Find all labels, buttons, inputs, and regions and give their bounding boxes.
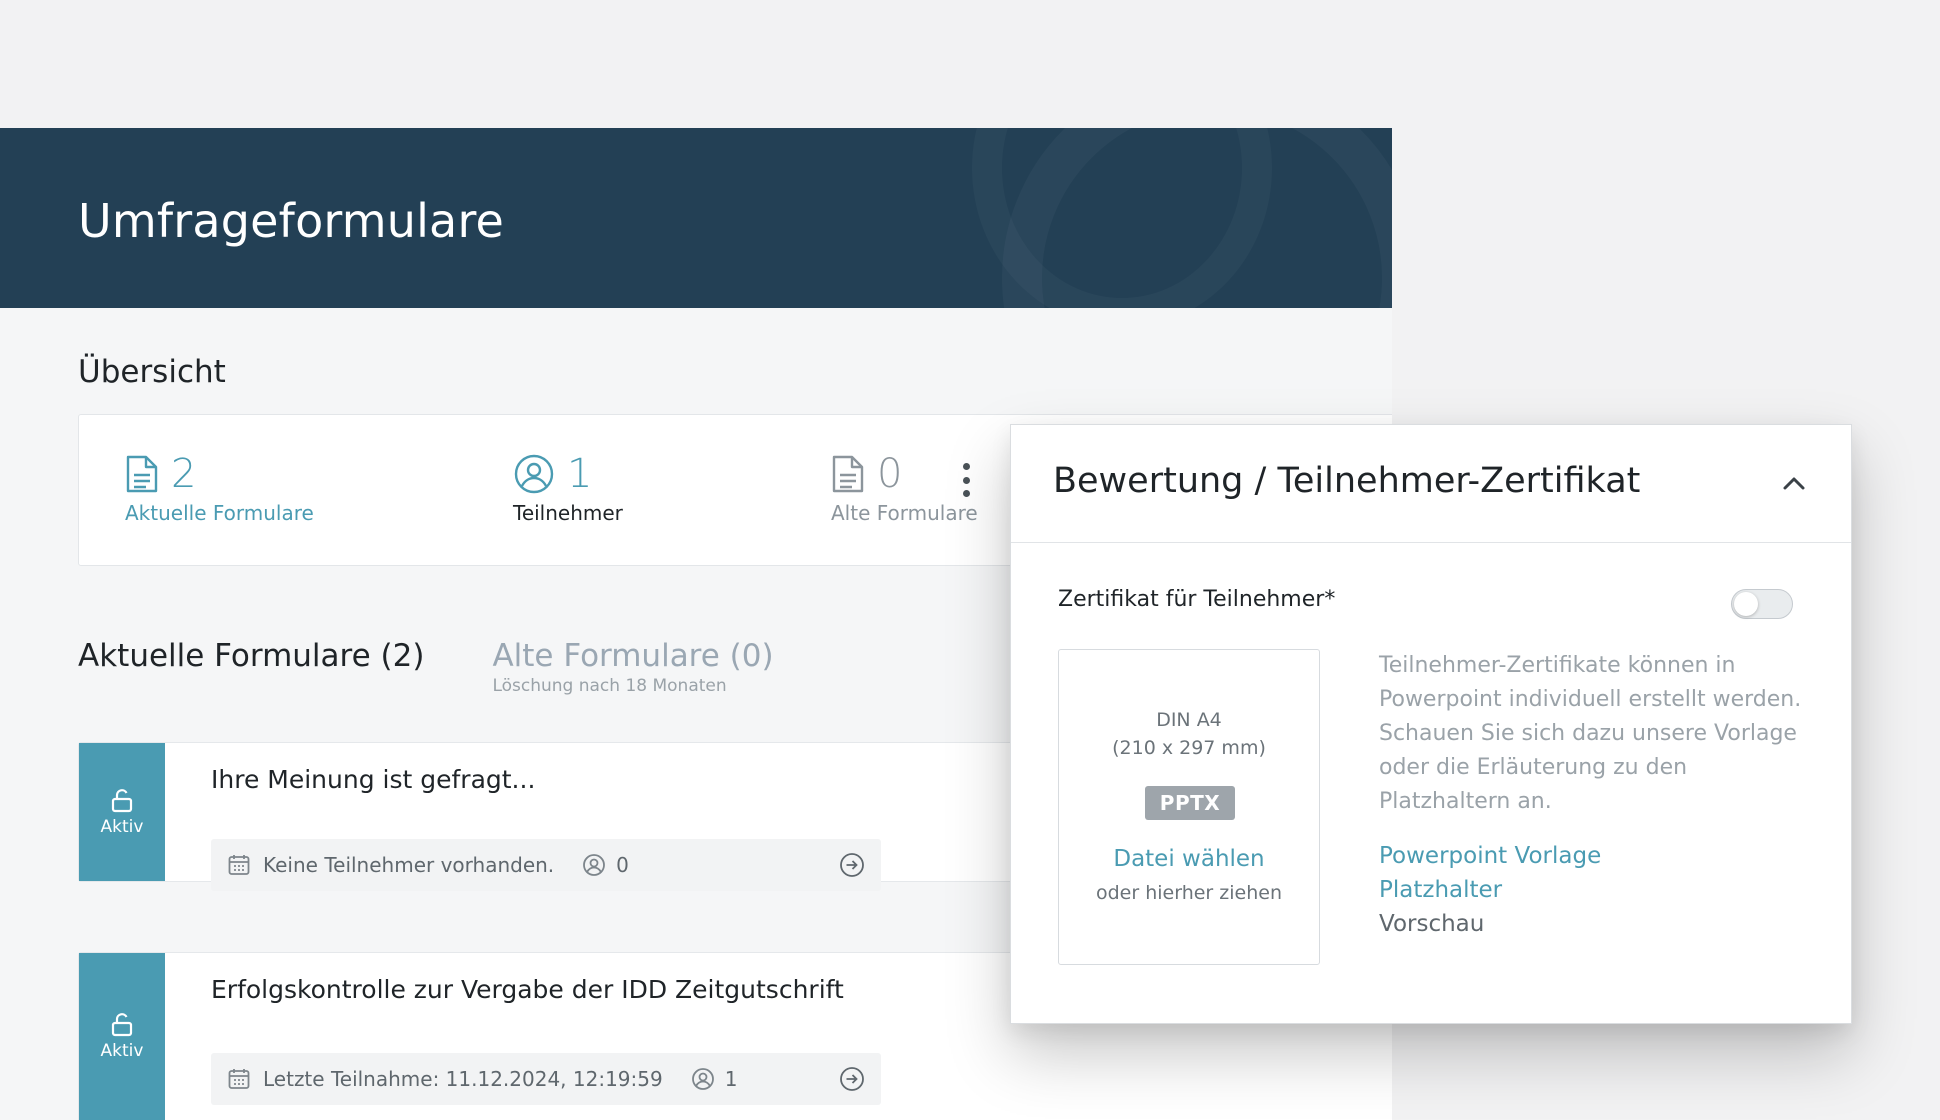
tab-old-forms-label: Alte Formulare (0) xyxy=(492,638,774,674)
participant-count: 1 xyxy=(724,1067,738,1091)
panel-title: Bewertung / Teilnehmer-Zertifikat xyxy=(1053,461,1641,501)
drag-hint: oder hierher ziehen xyxy=(1095,882,1282,904)
certificate-toggle-label: Zertifikat für Teilnehmer* xyxy=(1058,587,1336,612)
placeholder-link[interactable]: Platzhalter xyxy=(1379,877,1502,903)
stat-value: 1 xyxy=(567,451,593,497)
arrow-right-circle-icon[interactable] xyxy=(839,1066,865,1092)
status-strip: Aktiv xyxy=(79,743,165,881)
tab-current-forms[interactable]: Aktuelle Formulare (2) xyxy=(78,638,424,696)
upload-format-name: DIN A4 xyxy=(1156,709,1222,731)
stat-current-forms[interactable]: 2 Aktuelle Formulare xyxy=(125,451,314,525)
status-strip: Aktiv xyxy=(79,953,165,1120)
stat-label: Aktuelle Formulare xyxy=(125,501,314,525)
unlock-icon xyxy=(109,1011,135,1037)
document-icon xyxy=(125,454,159,494)
stat-label: Teilnehmer xyxy=(513,501,623,525)
stat-value: 0 xyxy=(877,451,903,497)
user-circle-icon xyxy=(691,1067,715,1091)
certificate-toggle[interactable] xyxy=(1731,589,1793,619)
choose-file-link[interactable]: Datei wählen xyxy=(1059,846,1319,872)
stat-label: Alte Formulare xyxy=(831,501,978,525)
user-circle-icon xyxy=(513,453,555,495)
calendar-icon xyxy=(227,853,251,877)
form-meta-bar: Letzte Teilnahme: 11.12.2024, 12:19:59 1 xyxy=(211,1053,881,1105)
status-label: Aktiv xyxy=(100,1041,144,1061)
tab-old-forms-subtitle: Löschung nach 18 Monaten xyxy=(492,676,727,696)
chevron-up-icon[interactable] xyxy=(1777,467,1811,501)
toggle-knob xyxy=(1734,592,1758,616)
preview-link[interactable]: Vorschau xyxy=(1379,911,1484,937)
participant-count: 0 xyxy=(616,853,629,877)
upload-format: DIN A4 (210 x 297 mm) xyxy=(1059,706,1319,762)
status-label: Aktiv xyxy=(100,817,144,837)
overview-title: Übersicht xyxy=(78,354,226,390)
form-meta-bar: Keine Teilnehmer vorhanden. 0 xyxy=(211,839,881,891)
header-banner: Umfrageformulare xyxy=(0,128,1392,308)
form-meta-text: Letzte Teilnahme: 11.12.2024, 12:19:59 xyxy=(263,1067,663,1091)
calendar-icon xyxy=(227,1067,251,1091)
certificate-panel: Bewertung / Teilnehmer-Zertifikat Zertif… xyxy=(1010,424,1852,1024)
form-title[interactable]: Ihre Meinung ist gefragt... xyxy=(211,765,535,794)
arrow-right-circle-icon[interactable] xyxy=(839,852,865,878)
more-options-icon[interactable] xyxy=(959,463,973,497)
tab-old-forms[interactable]: Alte Formulare (0) Löschung nach 18 Mona… xyxy=(492,638,773,696)
banner-decoration xyxy=(972,128,1272,308)
page-title: Umfrageformulare xyxy=(78,194,505,248)
upload-format-size: (210 x 297 mm) xyxy=(1112,737,1266,759)
file-dropzone[interactable]: DIN A4 (210 x 297 mm) PPTX Datei wählen … xyxy=(1058,649,1320,965)
document-icon xyxy=(831,454,865,494)
powerpoint-template-link[interactable]: Powerpoint Vorlage xyxy=(1379,843,1601,869)
user-circle-icon xyxy=(582,853,606,877)
stat-value: 2 xyxy=(171,451,197,497)
form-tabs: Aktuelle Formulare (2) Alte Formulare (0… xyxy=(78,638,774,696)
stat-old-forms[interactable]: 0 Alte Formulare xyxy=(831,451,978,525)
file-type-badge: PPTX xyxy=(1145,786,1235,820)
unlock-icon xyxy=(109,787,135,813)
form-title[interactable]: Erfolgskontrolle zur Vergabe der IDD Zei… xyxy=(211,975,844,1004)
panel-header: Bewertung / Teilnehmer-Zertifikat xyxy=(1011,425,1851,543)
certificate-help-text: Teilnehmer-Zertifikate können in Powerpo… xyxy=(1379,653,1802,814)
stat-participants[interactable]: 1 Teilnehmer xyxy=(513,451,623,525)
form-meta-text: Keine Teilnehmer vorhanden. xyxy=(263,853,555,877)
